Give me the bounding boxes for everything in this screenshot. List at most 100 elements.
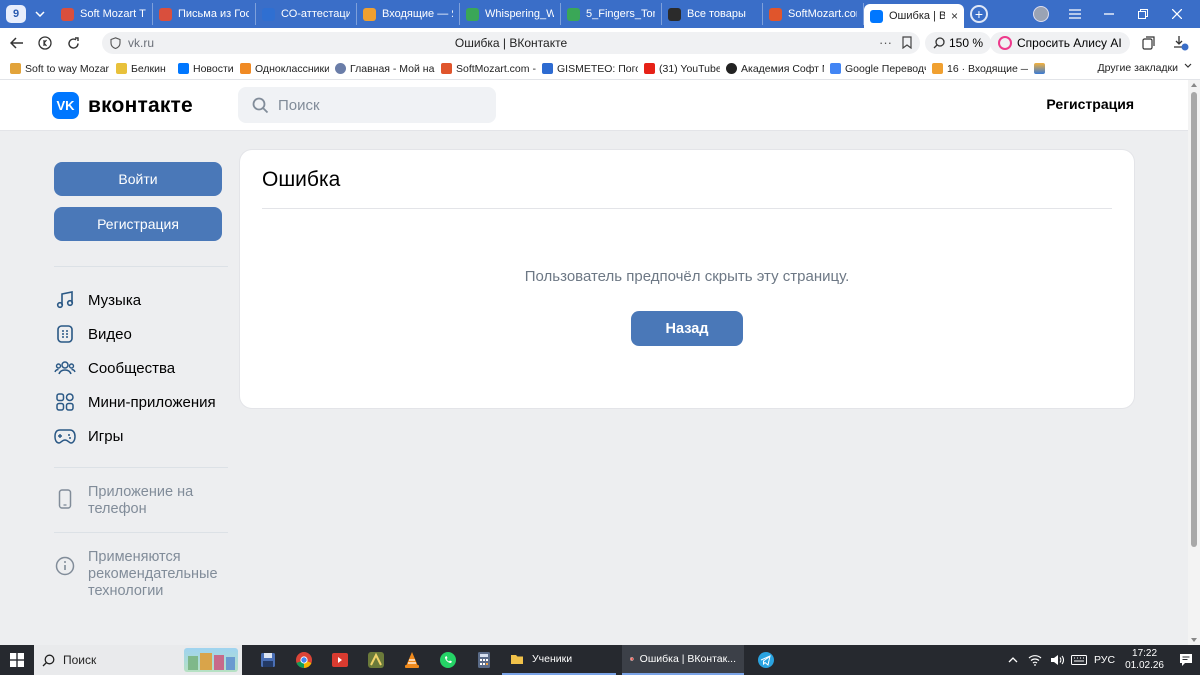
back-arrow-icon[interactable] — [6, 32, 28, 54]
bookmark-odnoklassniki[interactable]: Одноклассники — [240, 63, 329, 75]
sidebar-divider — [54, 467, 228, 468]
profile-button[interactable] — [1024, 3, 1058, 25]
tab-mail-inbox[interactable]: Входящие — Я — [357, 3, 460, 25]
tab-favicon — [668, 7, 681, 21]
yandex-home-icon[interactable] — [34, 32, 56, 54]
register-button[interactable]: Регистрация — [54, 207, 222, 241]
sidebar-item-music[interactable]: Музыка — [54, 283, 228, 317]
keyboard-icon[interactable] — [1070, 655, 1088, 665]
taskbar-app-students-folder[interactable]: Ученики — [502, 645, 616, 675]
browser-menu-icon[interactable] — [1058, 3, 1092, 25]
communities-icon — [54, 357, 76, 379]
telegram-icon[interactable] — [748, 645, 784, 675]
tabs-dropdown-icon[interactable] — [29, 3, 51, 25]
close-window-icon[interactable] — [1160, 3, 1194, 25]
wifi-icon[interactable] — [1026, 654, 1044, 666]
vlc-icon[interactable] — [394, 645, 430, 675]
save-icon[interactable] — [250, 645, 286, 675]
bookmark-google-translate[interactable]: Google Переводч — [830, 63, 926, 75]
sidebar-recs-note[interactable]: Применяются рекомендательные технологии — [54, 549, 228, 600]
reload-icon[interactable] — [62, 32, 84, 54]
tab-softmozart-com[interactable]: SoftMozart.com — [763, 3, 864, 25]
bookmark-favicon — [726, 63, 737, 74]
chevron-down-icon[interactable] — [1184, 63, 1192, 68]
smartphone-icon — [54, 488, 76, 510]
scroll-up-icon[interactable] — [1191, 83, 1197, 87]
tab-label: SoftMozart.com — [788, 8, 857, 20]
taskbar-app-browser[interactable]: Ошибка | ВКонтак... — [622, 645, 744, 675]
paint-app-icon[interactable] — [358, 645, 394, 675]
bookmark-news[interactable]: Новости — [178, 63, 234, 75]
system-tray: РУС 17:22 01.02.26 — [1004, 645, 1200, 675]
calculator-icon[interactable] — [466, 645, 502, 675]
tab-all-products[interactable]: Все товары — [662, 3, 763, 25]
page-title: Ошибка | ВКонтакте — [454, 36, 568, 50]
ask-alice-button[interactable]: Спросить Алису AI — [990, 32, 1130, 54]
clock-date: 01.02.26 — [1125, 660, 1164, 671]
bookmark-misc[interactable] — [1034, 63, 1054, 74]
url-field[interactable]: vk.ru Ошибка | ВКонтакте ··· — [102, 32, 920, 54]
sidebar-item-mini-apps[interactable]: Мини-приложения — [54, 385, 228, 419]
bookmark-inbox[interactable]: 16 · Входящие — Я — [932, 63, 1028, 75]
sidebar-app-promo[interactable]: Приложение на телефон — [54, 484, 228, 518]
vk-logo-mark: VK — [56, 98, 75, 113]
bookmark-gismeteo[interactable]: GISMETEO: Погод — [542, 63, 638, 75]
sidebar-divider — [54, 532, 228, 533]
tab-gos-letters[interactable]: Письма из Гос — [153, 3, 256, 25]
sidebar-item-games[interactable]: Игры — [54, 419, 228, 453]
clock[interactable]: 17:22 01.02.26 — [1125, 648, 1164, 672]
bookmark-academy[interactable]: Академия Софт М — [726, 63, 824, 75]
volume-icon[interactable] — [1048, 654, 1066, 666]
sidebar-item-communities[interactable]: Сообщества — [54, 351, 228, 385]
restore-icon[interactable] — [1126, 3, 1160, 25]
new-tab-button[interactable]: + — [970, 5, 988, 23]
tab-favicon — [61, 7, 74, 21]
search-icon — [252, 97, 269, 113]
other-bookmarks[interactable]: Другие закладки — [1098, 62, 1178, 74]
header-register-link[interactable]: Регистрация — [1046, 96, 1134, 112]
bookmark-belkin[interactable]: Белкин — [116, 63, 172, 75]
tab-soft-mozart[interactable]: Soft Mozart Tra — [55, 3, 153, 25]
tab-favicon — [466, 7, 479, 21]
login-button[interactable]: Войти — [54, 162, 222, 196]
tab-favicon — [870, 9, 883, 23]
bookmark-softmozart[interactable]: SoftMozart.com - — [441, 63, 536, 75]
zoom-indicator[interactable]: 150 % — [925, 32, 992, 54]
minimize-icon[interactable] — [1092, 3, 1126, 25]
tab-certification[interactable]: СО-аттестация — [256, 3, 357, 25]
bookmark-youtube[interactable]: (31) YouTube — [644, 63, 720, 75]
screen-recorder-icon[interactable] — [322, 645, 358, 675]
scroll-thumb[interactable] — [1191, 92, 1197, 547]
windows-start-icon[interactable] — [0, 645, 34, 675]
chrome-icon[interactable] — [286, 645, 322, 675]
tab-label: СО-аттестация — [281, 8, 350, 20]
input-language[interactable]: РУС — [1094, 654, 1115, 666]
sidebar-item-video[interactable]: Видео — [54, 317, 228, 351]
bookmark-main-page[interactable]: Главная - Мой на — [335, 63, 435, 75]
tab-counter[interactable]: 9 — [6, 5, 26, 23]
back-button[interactable]: Назад — [631, 311, 743, 346]
close-tab-icon[interactable]: × — [951, 9, 958, 23]
whatsapp-icon[interactable] — [430, 645, 466, 675]
bookmark-icon[interactable] — [902, 36, 912, 49]
tab-label: Письма из Гос — [178, 8, 249, 20]
tab-vk-error[interactable]: Ошибка | ВК × — [864, 4, 964, 28]
scroll-down-icon[interactable] — [1191, 638, 1197, 642]
taskbar-search-placeholder: Поиск — [63, 653, 97, 667]
vk-logo[interactable]: VK вконтакте — [52, 92, 193, 119]
chevron-up-icon[interactable] — [1004, 657, 1022, 663]
search-input[interactable]: Поиск — [238, 87, 496, 123]
page-scrollbar[interactable] — [1188, 80, 1200, 645]
tab-count: 9 — [12, 8, 20, 20]
tab-list: Soft Mozart Tra Письма из Гос СО-аттеста… — [55, 0, 964, 28]
tab-whispering[interactable]: Whispering_Wi — [460, 3, 561, 25]
taskbar-search[interactable]: Поиск — [34, 645, 242, 675]
address-menu-icon[interactable]: ··· — [879, 35, 892, 50]
collections-icon[interactable] — [1138, 32, 1160, 54]
tab-five-fingers[interactable]: 5_Fingers_Tonli — [561, 3, 662, 25]
downloads-icon[interactable] — [1170, 32, 1192, 54]
bookmarks-bar: Soft to way Mozar Белкин Новости Однокла… — [0, 58, 1200, 80]
notifications-icon[interactable] — [1172, 645, 1200, 675]
taskbar-app-label: Ошибка | ВКонтак... — [639, 653, 736, 665]
bookmark-soft-to-way[interactable]: Soft to way Mozar — [10, 63, 110, 75]
